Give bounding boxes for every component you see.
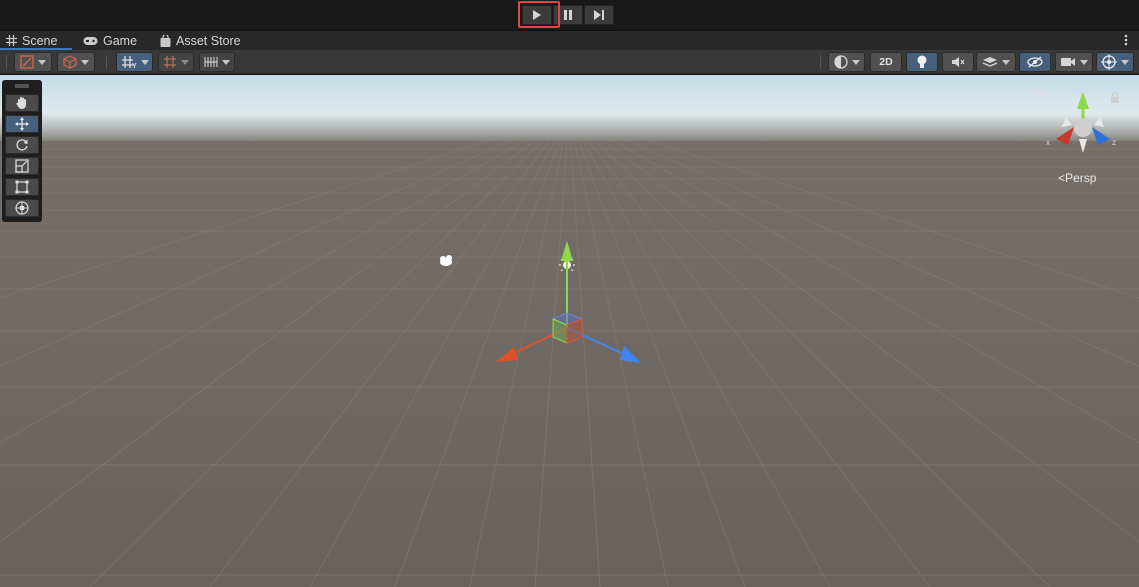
- axis-label-x: x: [1046, 138, 1050, 147]
- gamepad-icon: [83, 36, 98, 46]
- rotate-icon: [16, 139, 28, 151]
- tab-asset-store[interactable]: Asset Store: [160, 31, 241, 50]
- projection-label: Persp: [1065, 171, 1097, 185]
- overlay-menu-icon[interactable]: [1034, 83, 1050, 101]
- audio-toggle-button[interactable]: [942, 52, 974, 72]
- gizmo-globe-icon: [1101, 54, 1117, 70]
- scene-canvas: y x z: [0, 75, 1139, 587]
- tab-label: Asset Store: [176, 33, 241, 48]
- svg-text:Y: Y: [132, 63, 137, 69]
- draw-mode-button[interactable]: [14, 52, 52, 72]
- toolbar-separator: [106, 55, 107, 69]
- shading-mode-button[interactable]: [57, 52, 95, 72]
- rect-tool-button[interactable]: [5, 178, 39, 196]
- scale-tool-button[interactable]: [5, 157, 39, 175]
- shaded-sphere-icon: [833, 55, 848, 69]
- transform-icon: [15, 201, 29, 215]
- projection-toggle[interactable]: <Persp: [1058, 171, 1096, 185]
- skybox: [0, 75, 1139, 145]
- shopping-bag-icon: [160, 34, 171, 47]
- rotate-tool-button[interactable]: [5, 136, 39, 154]
- increment-snap-button[interactable]: [199, 52, 235, 72]
- toolbar-separator: [820, 55, 821, 69]
- axis-label-z: z: [1112, 138, 1116, 147]
- rect-transform-icon: [15, 180, 29, 194]
- persp-icon: <: [1058, 171, 1066, 185]
- hand-icon: [16, 97, 26, 110]
- lightbulb-icon: [917, 55, 927, 68]
- layers-icon: [982, 57, 998, 67]
- step-icon: [594, 10, 604, 20]
- move-tool-button[interactable]: [5, 115, 39, 133]
- transform-tool-button[interactable]: [5, 199, 39, 217]
- tab-label: Game: [103, 33, 138, 48]
- tab-game[interactable]: Game: [83, 31, 137, 50]
- tab-label: Scene: [22, 33, 58, 48]
- play-button-highlight: [518, 1, 560, 28]
- grid-snap-button[interactable]: Y: [116, 52, 153, 72]
- scene-toolbar: Y 2D: [0, 50, 1139, 74]
- ground-plane: [0, 141, 1139, 587]
- gizmos-button[interactable]: [1096, 52, 1134, 72]
- grid-snap-icon: Y: [121, 56, 137, 69]
- toggle-2d-button[interactable]: 2D: [870, 52, 902, 72]
- tool-palette: [2, 80, 42, 222]
- snap-increment-button[interactable]: [158, 52, 194, 72]
- lighting-toggle-button[interactable]: [906, 52, 938, 72]
- palette-grip-icon[interactable]: [15, 84, 29, 88]
- axis-label-y: y: [1078, 84, 1083, 94]
- effects-button[interactable]: [976, 52, 1016, 72]
- snap-icon: [164, 56, 176, 68]
- more-options-icon[interactable]: [1122, 32, 1130, 48]
- hand-tool-button[interactable]: [5, 94, 39, 112]
- toolbar-grip: [6, 55, 7, 69]
- draw-mode-icon: [20, 55, 34, 69]
- render-mode-button[interactable]: [828, 52, 865, 72]
- cube-icon: [63, 55, 77, 69]
- scene-visibility-button[interactable]: [1019, 52, 1051, 72]
- pause-icon: [564, 10, 572, 20]
- scale-icon: [15, 159, 29, 173]
- hidden-eye-icon: [1027, 56, 1043, 68]
- camera-settings-button[interactable]: [1055, 52, 1093, 72]
- editor-tab-bar: Scene Game Asset Store: [0, 31, 1139, 50]
- lock-icon[interactable]: [1110, 90, 1120, 108]
- grid-icon: [6, 35, 17, 46]
- ruler-icon: [204, 57, 218, 67]
- audio-mute-icon: [952, 57, 965, 67]
- step-button[interactable]: [584, 5, 614, 25]
- camera-icon: [1061, 58, 1075, 66]
- scene-viewport[interactable]: y x z: [0, 75, 1139, 587]
- move-arrows-icon: [15, 117, 29, 131]
